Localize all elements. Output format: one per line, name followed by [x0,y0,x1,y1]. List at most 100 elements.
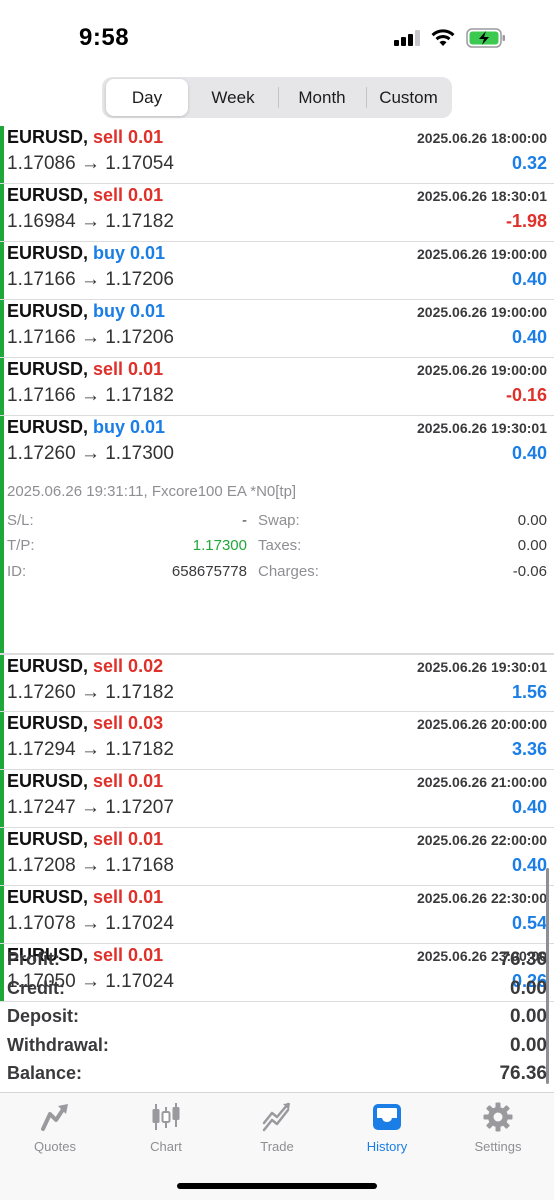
tab-history[interactable]: History [342,1101,432,1161]
deal-symbol: EURUSD, [7,887,89,907]
deal-profit: 0.54 [511,913,547,933]
deal-row[interactable]: EURUSD, sell 0.02 1.17260 → 1.17182 2025… [0,654,554,712]
deal-symbol: EURUSD, [7,713,89,733]
deal-indicator [0,474,4,653]
deal-profit: -1.98 [505,211,547,231]
deal-row[interactable]: EURUSD, sell 0.01 1.17078 → 1.17024 2025… [0,886,554,944]
status-bar: 9:58 [0,0,554,74]
deal-row[interactable]: EURUSD, buy 0.01 1.17166 → 1.17206 2025.… [0,300,554,358]
deal-row[interactable]: EURUSD, sell 0.01 1.17086 → 1.17054 2025… [0,126,554,184]
summary-deposit-value: 0.00 [510,1006,547,1027]
deal-prices: 1.17260 → 1.17182 [7,682,174,703]
summary-withdrawal-value: 0.00 [510,1035,547,1056]
deal-prices: 1.17078 → 1.17024 [7,913,174,934]
deal-action: sell 0.03 [93,713,164,733]
deal-prices: 1.17208 → 1.17168 [7,855,174,876]
wifi-icon [431,29,455,46]
deal-action: sell 0.01 [93,127,164,147]
chart-candles-icon [152,1103,180,1130]
tab-quotes[interactable]: Quotes [10,1101,100,1161]
id-label: ID: [7,563,27,580]
charges-value: -0.06 [512,563,547,580]
charges-label: Charges: [258,563,319,580]
deal-symbol: EURUSD, [7,829,89,849]
deal-profit: 1.56 [511,682,547,702]
deal-action: sell 0.01 [93,771,164,791]
deal-indicator [0,770,4,827]
deal-prices: 1.17247 → 1.17207 [7,797,174,818]
deal-time: 2025.06.26 19:30:01 [417,659,547,675]
deal-time: 2025.06.26 18:00:00 [417,130,547,146]
deal-action: buy 0.01 [93,417,166,437]
deal-prices: 1.17166 → 1.17182 [7,385,174,406]
tab-settings[interactable]: Settings [453,1101,543,1161]
summary-profit-label: Profit: [7,949,60,969]
swap-label: Swap: [258,512,300,529]
period-segmented-control: Day Week Month Custom [102,77,452,118]
deal-prices: 1.17086 → 1.17054 [7,153,174,174]
deal-prices: 1.16984 → 1.17182 [7,211,174,232]
swap-value: 0.00 [517,512,547,529]
deal-indicator [0,712,4,769]
deal-indicator [0,416,4,474]
tab-label: Quotes [34,1139,76,1154]
deal-symbol: EURUSD, [7,359,89,379]
deal-prices: 1.17166 → 1.17206 [7,327,174,348]
taxes-label: Taxes: [258,537,302,554]
tab-chart[interactable]: Chart [121,1101,211,1161]
deal-row[interactable]: EURUSD, buy 0.01 1.17166 → 1.17206 2025.… [0,242,554,300]
tab-label: Trade [260,1139,294,1154]
segment-day[interactable]: Day [106,79,188,116]
home-indicator[interactable] [177,1183,377,1189]
tp-label: T/P: [7,537,35,554]
battery-charging-icon [466,28,505,48]
deal-profit: 0.40 [511,855,547,875]
deal-time: 2025.06.26 19:30:01 [417,420,547,436]
status-time: 9:58 [79,24,130,51]
segment-month[interactable]: Month [279,79,365,116]
deal-row[interactable]: EURUSD, sell 0.03 1.17294 → 1.17182 2025… [0,712,554,770]
deal-action: sell 0.01 [93,887,164,907]
summary-withdrawal-label: Withdrawal: [7,1035,109,1055]
deal-action: sell 0.02 [93,656,164,676]
deal-profit: -0.16 [505,385,547,405]
tab-trade[interactable]: Trade [232,1101,322,1161]
deal-comment: 2025.06.26 19:31:11, Fxcore100 EA *N0[tp… [7,483,297,500]
deal-prices: 1.17166 → 1.17206 [7,269,174,290]
deal-symbol: EURUSD, [7,185,89,205]
deal-action: buy 0.01 [93,243,166,263]
deal-symbol: EURUSD, [7,127,89,147]
deal-time: 2025.06.26 22:00:00 [417,832,547,848]
deal-profit: 0.40 [511,269,547,289]
deal-symbol: EURUSD, [7,417,89,437]
history-inbox-icon [373,1104,401,1130]
segment-week[interactable]: Week [190,79,276,116]
deal-indicator [0,242,4,299]
deal-indicator [0,126,4,183]
summary-profit-value: 76.36 [499,949,547,970]
deal-row[interactable]: EURUSD, sell 0.01 1.17208 → 1.17168 2025… [0,828,554,886]
deal-row[interactable]: EURUSD, sell 0.01 1.16984 → 1.17182 2025… [0,184,554,242]
deal-prices: 1.17260 → 1.17300 [7,443,174,464]
deal-row-expanded[interactable]: EURUSD, buy 0.01 1.17260 → 1.17300 2025.… [0,416,554,474]
summary-deposit-label: Deposit: [7,1006,79,1026]
taxes-value: 0.00 [517,537,547,554]
deal-row[interactable]: EURUSD, sell 0.01 1.17247 → 1.17207 2025… [0,770,554,828]
deal-row[interactable]: EURUSD, sell 0.01 1.17166 → 1.17182 2025… [0,358,554,416]
deal-indicator [0,358,4,415]
gear-icon [483,1102,513,1132]
deal-symbol: EURUSD, [7,243,89,263]
segment-custom[interactable]: Custom [367,79,450,116]
deal-action: sell 0.01 [93,829,164,849]
deal-profit: 0.40 [511,797,547,817]
deal-indicator [0,184,4,241]
tp-value: 1.17300 [192,537,247,554]
sl-label: S/L: [7,512,34,529]
deal-list: EURUSD, sell 0.01 1.17086 → 1.17054 2025… [0,126,554,1002]
deal-time: 2025.06.26 21:00:00 [417,774,547,790]
trade-icon [262,1102,290,1132]
deal-details: 2025.06.26 19:31:11, Fxcore100 EA *N0[tp… [0,474,554,654]
deal-action: sell 0.01 [93,185,164,205]
deal-profit: 0.32 [511,153,547,173]
deal-profit: 0.40 [511,443,547,463]
